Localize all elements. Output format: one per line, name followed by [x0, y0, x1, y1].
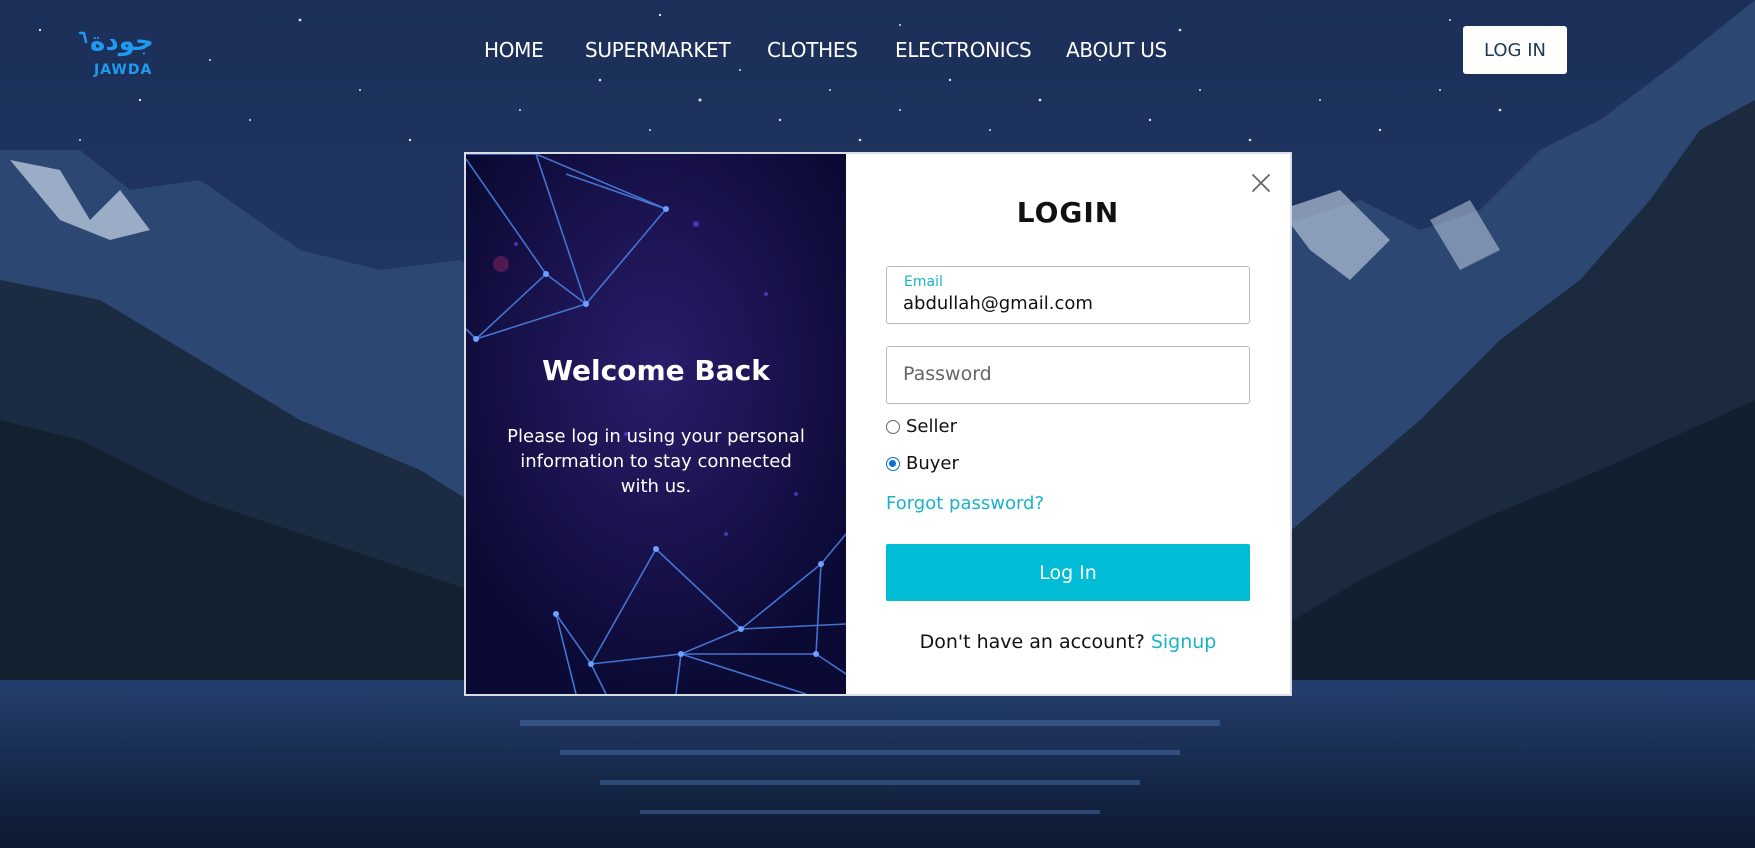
- welcome-text: Please log in using your personal inform…: [507, 426, 805, 497]
- role-option-seller[interactable]: Seller: [886, 416, 957, 437]
- welcome-title: Welcome Back: [542, 354, 770, 387]
- logo-arabic-text: جودة: [90, 27, 154, 57]
- email-input[interactable]: [903, 293, 1233, 314]
- welcome-panel: Welcome Back Please log in using your pe…: [466, 154, 846, 694]
- email-label: Email: [904, 274, 943, 290]
- password-input[interactable]: [903, 363, 1233, 385]
- top-navbar: جودة JAWDA HOME SUPERMARKET CLOTHES ELEC…: [0, 0, 1755, 100]
- signup-prompt: Don't have an account?: [919, 631, 1151, 653]
- signup-link[interactable]: Signup: [1151, 631, 1217, 653]
- buyer-label: Buyer: [906, 453, 959, 474]
- role-option-buyer[interactable]: Buyer: [886, 453, 959, 474]
- nav-supermarket[interactable]: SUPERMARKET: [585, 36, 731, 64]
- forgot-password-link[interactable]: Forgot password?: [886, 493, 1044, 514]
- password-field[interactable]: [886, 346, 1250, 404]
- logo-latin-text: JAWDA: [94, 62, 153, 78]
- close-icon[interactable]: [1250, 172, 1272, 194]
- login-title: LOGIN: [1016, 196, 1120, 229]
- login-form-panel: LOGIN Email Seller Buyer Forgot password…: [846, 154, 1290, 694]
- seller-radio[interactable]: [886, 419, 900, 434]
- buyer-radio[interactable]: [886, 456, 900, 471]
- nav-home[interactable]: HOME: [484, 36, 544, 64]
- nav-clothes[interactable]: CLOTHES: [767, 36, 858, 64]
- nav-electronics[interactable]: ELECTRONICS: [895, 36, 1032, 64]
- login-modal: Welcome Back Please log in using your pe…: [464, 152, 1292, 696]
- email-field[interactable]: Email: [886, 266, 1250, 324]
- signup-row: Don't have an account? Signup: [846, 631, 1290, 653]
- jawda-logo[interactable]: جودة JAWDA: [78, 26, 178, 86]
- seller-label: Seller: [906, 416, 957, 437]
- login-submit-button[interactable]: Log In: [886, 544, 1250, 601]
- header-login-button[interactable]: LOG IN: [1463, 26, 1567, 74]
- nav-about-us[interactable]: ABOUT US: [1066, 36, 1167, 64]
